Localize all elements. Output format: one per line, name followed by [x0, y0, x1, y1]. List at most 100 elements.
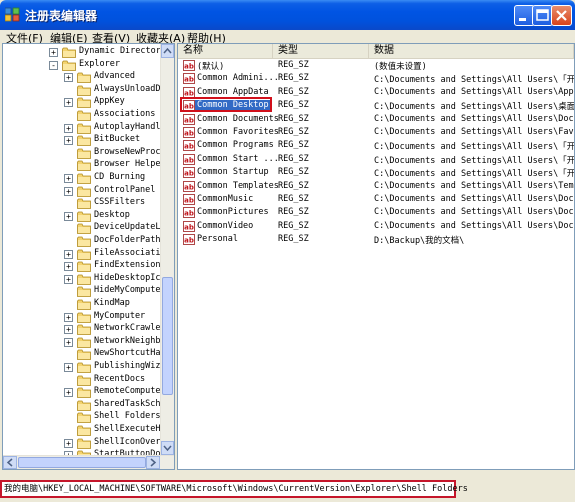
string-value-icon: ab [183, 73, 195, 85]
expand-icon[interactable]: + [64, 274, 73, 284]
column-header-name[interactable]: 名称 [178, 44, 273, 58]
expand-icon[interactable]: + [64, 388, 73, 398]
list-row[interactable]: ab CommonPictures REG_SZ C:\Documents and S… [178, 206, 574, 219]
tree-item[interactable]: HideMyComputer [3, 285, 166, 298]
folder-icon [77, 312, 91, 323]
tree-item[interactable]: + AppKey [3, 96, 158, 109]
scroll-up-icon[interactable] [161, 44, 174, 58]
value-name: Common Startup [197, 167, 269, 178]
tree-item[interactable]: RecentDocs [3, 374, 158, 387]
expand-icon[interactable]: + [64, 262, 73, 272]
folder-icon [77, 186, 91, 197]
close-button[interactable] [551, 5, 572, 26]
expand-icon[interactable]: + [64, 211, 73, 221]
tree-item[interactable]: SharedTaskSche [3, 399, 166, 412]
expand-icon[interactable]: + [64, 174, 73, 183]
tree-item[interactable]: + ControlPanel [3, 185, 158, 198]
value-data: C:\Documents and Settings\All Users\Docu… [374, 113, 575, 124]
list-row[interactable]: ab Common Programs REG_SZ C:\Documents and … [178, 139, 574, 152]
expand-icon[interactable]: + [64, 123, 73, 133]
tree-item[interactable]: + Dynamic Directory [3, 46, 166, 59]
value-type: REG_SZ [278, 140, 309, 151]
tree-item[interactable]: + FileAssociatio [3, 248, 166, 261]
column-header-data[interactable]: 数据 [369, 44, 574, 58]
tree-item[interactable]: + BitBucket [3, 134, 158, 147]
tree-item[interactable]: NewShortcutHan [3, 348, 166, 361]
list-row[interactable]: ab Common Admini... REG_SZ C:\Documents and… [178, 72, 574, 85]
expand-icon[interactable]: + [64, 186, 73, 196]
value-name: Common Documents [197, 113, 279, 124]
folder-icon [77, 261, 91, 273]
tree-item[interactable]: DocFolderPaths [3, 235, 166, 248]
tree-item[interactable]: + Advanced [3, 71, 158, 84]
tree-item[interactable]: + PublishingWiza [3, 361, 166, 374]
title-bar[interactable]: 注册表编辑器 [0, 0, 575, 30]
scroll-down-icon[interactable] [161, 441, 174, 455]
tree-item[interactable]: AlwaysUnloadDL [3, 84, 166, 97]
tree-item[interactable]: + Desktop [3, 210, 158, 223]
tree-horizontal-scrollbar[interactable] [3, 455, 174, 469]
folder-icon [77, 97, 91, 109]
scroll-left-icon[interactable] [3, 456, 17, 469]
tree-item[interactable]: + FindExtensions [3, 260, 166, 273]
tree-item[interactable]: - Explorer [3, 59, 158, 72]
tree-item[interactable]: + CD Burning [3, 172, 158, 185]
value-type: REG_SZ [278, 100, 309, 111]
list-row[interactable]: ab Common Startup REG_SZ C:\Documents and S… [178, 166, 574, 179]
expand-icon[interactable]: + [64, 325, 73, 335]
tree-item[interactable]: + NetworkCrawler [3, 323, 166, 336]
tree-item-label: CSSFilters [94, 197, 146, 208]
expand-icon[interactable]: + [64, 312, 73, 322]
expand-icon[interactable]: + [49, 48, 58, 57]
folder-icon [77, 387, 91, 399]
value-data: C:\Documents and Settings\All Users\Docu… [374, 194, 575, 204]
value-data: C:\Documents and Settings\All Users\Docu… [374, 207, 575, 218]
tree-item[interactable]: + RemoteComputer [3, 386, 166, 399]
list-row[interactable]: ab Personal REG_SZ D:\Backup\我的文档\ [178, 233, 574, 246]
tree-item[interactable]: CSSFilters [3, 197, 158, 210]
tree-item[interactable]: + HideDesktopIco [3, 273, 166, 286]
list-row[interactable]: ab (默认) REG_SZ (数值未设置) [178, 59, 574, 72]
tree-item[interactable]: + ShellIconOverl [3, 437, 166, 450]
tree-scroll-thumb[interactable] [162, 277, 173, 395]
tree-item[interactable]: Shell Folders [3, 411, 161, 424]
value-data: C:\Documents and Settings\All Users\桌面 [374, 102, 575, 113]
expand-icon[interactable]: + [64, 249, 73, 259]
expand-icon[interactable]: + [64, 73, 73, 83]
tree-item[interactable]: ShellExecuteHo [3, 424, 166, 437]
value-type: REG_SZ [278, 153, 309, 164]
list-row[interactable]: ab Common Favorites REG_SZ C:\Documents and… [178, 126, 574, 139]
tree-vertical-scrollbar[interactable] [160, 44, 174, 455]
list-row[interactable]: ab Common Start ... REG_SZ C:\Documents and… [178, 153, 574, 166]
scroll-right-icon[interactable] [146, 456, 160, 469]
list-row[interactable]: ab Common Templates REG_SZ C:\Documents and… [178, 180, 574, 193]
tree-item[interactable]: DeviceUpdateLo [3, 222, 166, 235]
key-tree-pane[interactable]: + Dynamic Directory - Explorer + Advanced Alwa… [2, 43, 175, 470]
expand-icon[interactable]: + [64, 438, 73, 448]
list-row[interactable]: ab Common Documents REG_SZ C:\Documents and… [178, 113, 574, 126]
collapse-icon[interactable]: - [49, 60, 58, 70]
value-data: C:\Documents and Settings\All Users\「开始 [374, 142, 575, 153]
value-data: C:\Documents and Settings\All Users\「开始 [374, 155, 575, 166]
tree-item[interactable]: + NetworkNeighbo [3, 336, 166, 349]
expand-icon[interactable]: + [64, 136, 73, 146]
expand-icon[interactable]: + [64, 98, 73, 108]
folder-icon [77, 375, 91, 386]
list-row[interactable]: ab CommonMusic REG_SZ C:\Documents and Sett… [178, 193, 574, 206]
value-type: REG_SZ [278, 207, 309, 218]
tree-item[interactable]: Browser Helper [3, 159, 166, 172]
tree-item[interactable]: BrowseNewProce [3, 147, 166, 160]
list-row[interactable]: ab CommonVideo REG_SZ C:\Documents and Sett… [178, 220, 574, 233]
maximize-button[interactable] [532, 5, 553, 26]
tree-item[interactable]: KindMap [3, 298, 158, 311]
tree-item[interactable]: + AutoplayHandle [3, 122, 166, 135]
tree-hscroll-thumb[interactable] [18, 457, 146, 468]
expand-icon[interactable]: + [64, 337, 73, 347]
svg-text:ab: ab [184, 129, 194, 137]
value-data: C:\Documents and Settings\All Users\「开始 [374, 169, 575, 180]
tree-item[interactable]: Associations [3, 109, 158, 122]
tree-item[interactable]: + MyComputer [3, 311, 158, 324]
tree-item-label: DeviceUpdateLo [94, 222, 166, 233]
expand-icon[interactable]: + [64, 363, 73, 372]
column-header-type[interactable]: 类型 [273, 44, 369, 58]
